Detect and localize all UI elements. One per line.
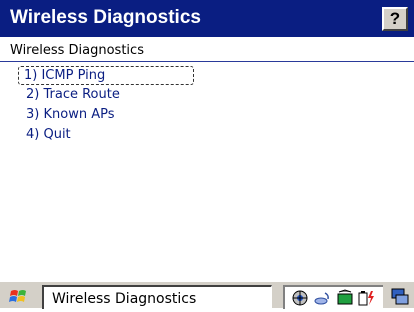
wifi-icon[interactable] (313, 289, 333, 307)
content-area: Wireless Diagnostics 1) ICMP Ping 2) Tra… (0, 37, 414, 281)
network-icon[interactable] (291, 289, 311, 307)
task-button-wireless-diagnostics[interactable]: Wireless Diagnostics (42, 285, 272, 309)
desktop-icon[interactable] (389, 286, 411, 308)
system-tray (283, 285, 383, 309)
header-divider (0, 61, 414, 62)
task-button-label: Wireless Diagnostics (52, 291, 197, 307)
page-header: Wireless Diagnostics (10, 43, 144, 58)
menu-item-known-aps[interactable]: 3) Known APs (24, 106, 200, 126)
menu-list: 1) ICMP Ping 2) Trace Route 3) Known APs… (18, 66, 200, 146)
battery-icon[interactable] (357, 289, 377, 307)
title-bar: Wireless Diagnostics ? (0, 0, 414, 37)
menu-item-icmp-ping[interactable]: 1) ICMP Ping (18, 66, 194, 85)
menu-item-trace-route[interactable]: 2) Trace Route (24, 86, 200, 106)
sync-icon[interactable] (335, 289, 355, 307)
window-title: Wireless Diagnostics (10, 7, 201, 28)
taskbar: Wireless Diagnostics (0, 281, 414, 309)
menu-item-quit[interactable]: 4) Quit (24, 126, 200, 146)
start-icon[interactable] (6, 286, 34, 308)
help-button[interactable]: ? (382, 7, 408, 31)
